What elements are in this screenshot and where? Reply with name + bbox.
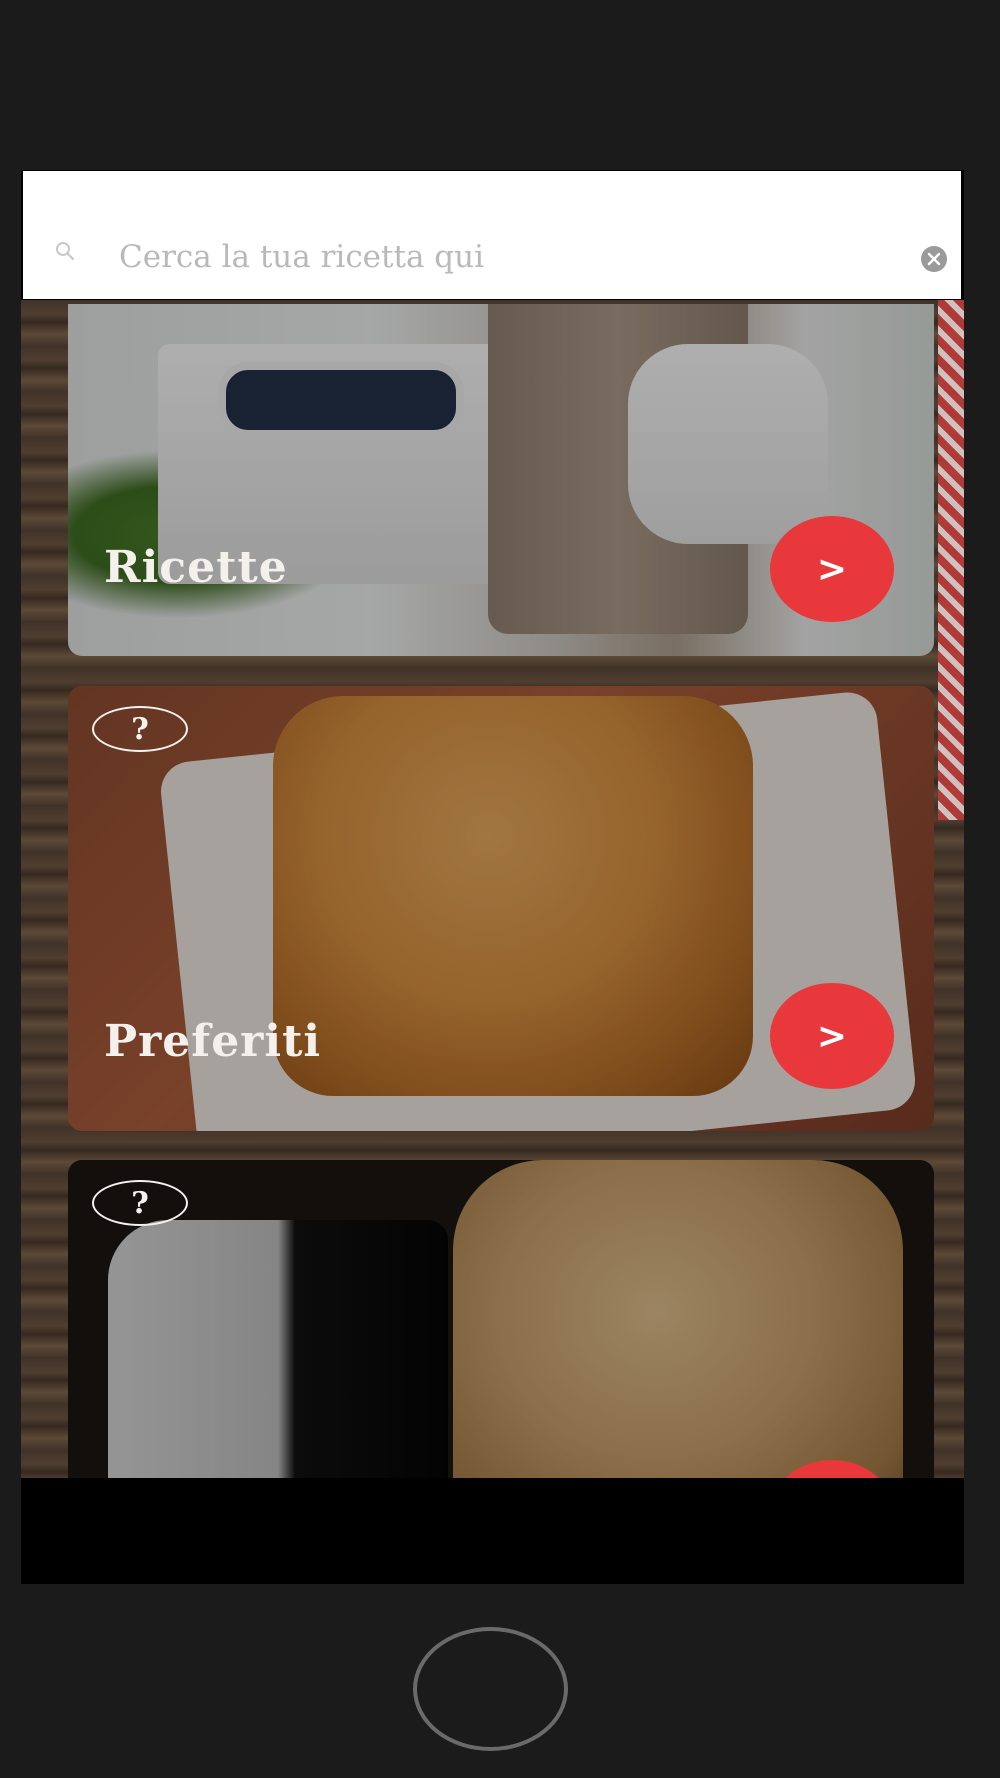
app-screen: Ricette > ? Preferiti > (21, 170, 964, 1584)
card-overlay (68, 1160, 934, 1478)
favorites-card-title: Preferiti (104, 1016, 322, 1067)
search-icon (56, 242, 75, 261)
favorites-card[interactable]: ? Preferiti > (68, 686, 934, 1131)
recipes-open-button[interactable]: > (770, 516, 894, 622)
help-icon[interactable]: ? (92, 1180, 188, 1226)
help-icon[interactable]: ? (92, 706, 188, 752)
recipes-card[interactable]: Ricette > (68, 304, 934, 656)
home-button[interactable] (413, 1627, 568, 1751)
recipes-card-title: Ricette (104, 542, 288, 593)
clear-icon[interactable] (920, 245, 948, 273)
search-input[interactable] (119, 237, 879, 277)
tablecloth-decoration (938, 300, 964, 820)
search-bar (23, 171, 961, 299)
third-card[interactable]: ? > (68, 1160, 934, 1478)
favorites-open-button[interactable]: > (770, 983, 894, 1089)
menu-list: Ricette > ? Preferiti > ? (21, 300, 964, 1478)
phone-frame: Ricette > ? Preferiti > (0, 0, 1000, 1778)
